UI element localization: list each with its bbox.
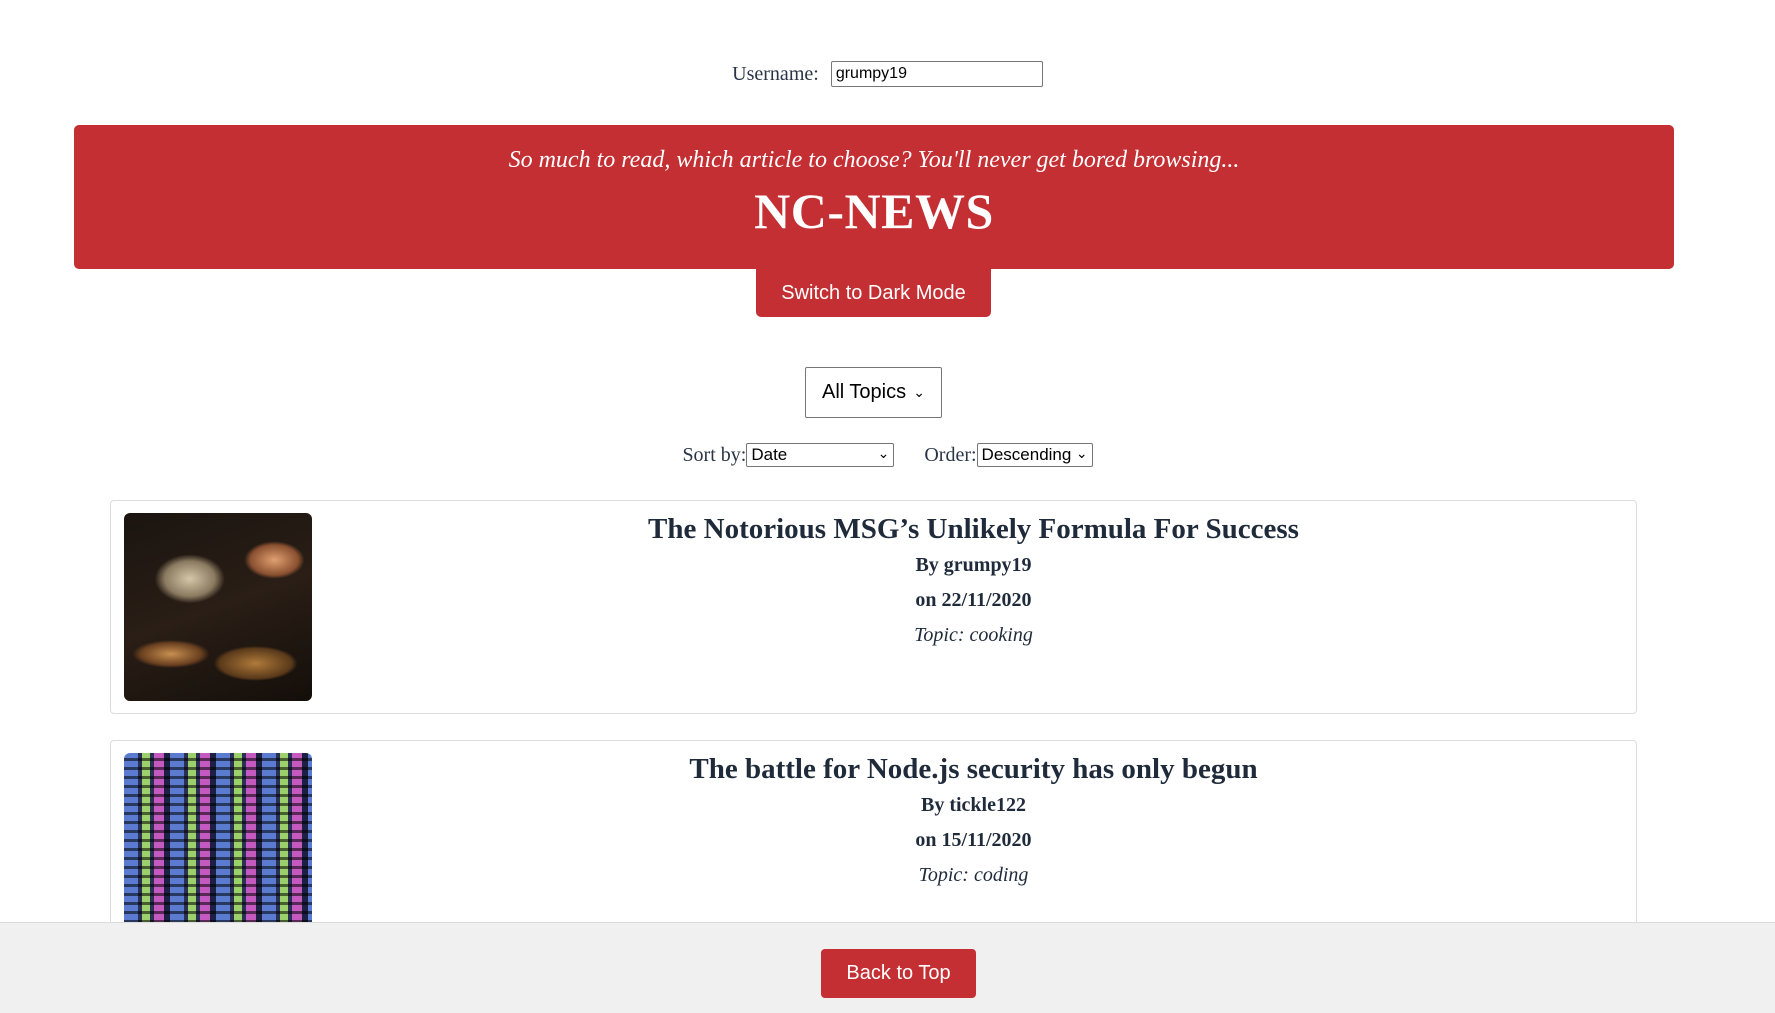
article-author: By grumpy19 — [915, 554, 1032, 576]
footer-bar: Back to Top — [0, 922, 1775, 1013]
article-title[interactable]: The battle for Node.js security has only… — [311, 753, 1636, 786]
back-to-top-button[interactable]: Back to Top — [821, 949, 976, 998]
article-card[interactable]: The Notorious MSG’s Unlikely Formula For… — [110, 500, 1637, 714]
topic-selected-value: All Topics — [822, 381, 907, 403]
article-date: on 22/11/2020 — [915, 589, 1032, 611]
sort-select[interactable]: Date ⌄ — [746, 443, 895, 468]
article-info: The Notorious MSG’s Unlikely Formula For… — [111, 513, 1636, 647]
username-row: Username: — [0, 61, 1775, 87]
chevron-down-icon: ⌄ — [1075, 445, 1088, 462]
username-label: Username: — [732, 62, 819, 85]
order-selected-value: Descending — [981, 445, 1072, 465]
banner-tagline: So much to read, which article to choose… — [508, 147, 1240, 173]
article-topic: Topic: coding — [918, 864, 1029, 886]
article-date: on 15/11/2020 — [915, 829, 1032, 851]
sort-controls: Sort by: Date ⌄ Order: Descending ⌄ — [0, 443, 1775, 468]
chevron-down-icon: ⌄ — [877, 445, 890, 462]
site-title: NC-NEWS — [754, 183, 994, 239]
site-banner: So much to read, which article to choose… — [74, 125, 1674, 269]
order-select[interactable]: Descending ⌄ — [976, 443, 1093, 468]
topic-filter: All Topics ⌄ — [805, 367, 942, 418]
article-author: By tickle122 — [921, 794, 1026, 816]
dark-mode-toggle-button[interactable]: Switch to Dark Mode — [756, 269, 991, 317]
topic-select[interactable]: All Topics ⌄ — [805, 367, 942, 418]
sort-label: Sort by: — [682, 443, 747, 466]
article-topic: Topic: cooking — [914, 624, 1033, 646]
chevron-down-icon: ⌄ — [913, 384, 925, 400]
order-label: Order: — [924, 443, 977, 466]
article-info: The battle for Node.js security has only… — [111, 753, 1636, 887]
sort-selected-value: Date — [751, 445, 788, 465]
username-input[interactable] — [830, 61, 1043, 87]
article-title[interactable]: The Notorious MSG’s Unlikely Formula For… — [311, 513, 1636, 546]
